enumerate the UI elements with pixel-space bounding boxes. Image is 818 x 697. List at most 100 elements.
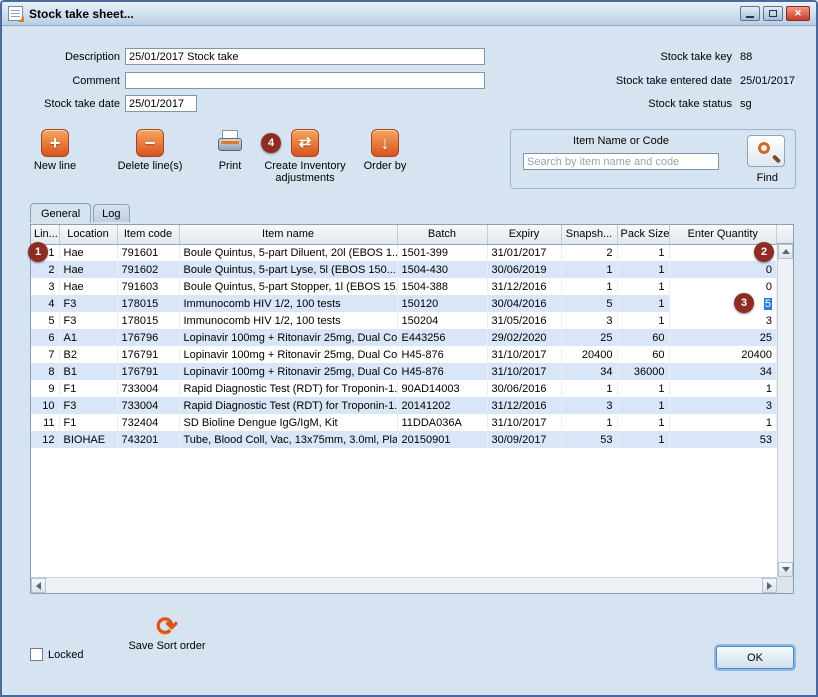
- table-cell[interactable]: 176791: [117, 363, 179, 380]
- scroll-left-button[interactable]: [31, 578, 46, 593]
- table-cell[interactable]: 5: [561, 295, 617, 312]
- table-cell[interactable]: B1: [59, 363, 117, 380]
- table-cell[interactable]: 34: [561, 363, 617, 380]
- table-cell[interactable]: F3: [59, 397, 117, 414]
- table-cell[interactable]: 1504-430: [397, 261, 487, 278]
- table-cell[interactable]: 30/06/2019: [487, 261, 561, 278]
- table-cell[interactable]: 8: [31, 363, 59, 380]
- table-cell[interactable]: F1: [59, 380, 117, 397]
- table-cell[interactable]: 31/10/2017: [487, 346, 561, 363]
- close-button[interactable]: ✕: [786, 6, 810, 21]
- scroll-down-button[interactable]: [778, 562, 793, 577]
- delete-lines-button[interactable]: − Delete line(s): [108, 129, 192, 172]
- table-cell[interactable]: 20141202: [397, 397, 487, 414]
- table-cell[interactable]: 743201: [117, 431, 179, 448]
- table-cell[interactable]: 1: [561, 414, 617, 431]
- table-cell[interactable]: 2: [31, 261, 59, 278]
- table-cell[interactable]: 60: [617, 346, 669, 363]
- table-cell[interactable]: 791602: [117, 261, 179, 278]
- vertical-scrollbar[interactable]: [777, 244, 793, 577]
- locked-checkbox-row[interactable]: Locked: [30, 648, 83, 661]
- table-cell[interactable]: 2: [561, 244, 617, 261]
- table-row[interactable]: 4F3178015Immunocomb HIV 1/2, 100 tests15…: [31, 295, 777, 312]
- table-cell[interactable]: 176796: [117, 329, 179, 346]
- table-cell[interactable]: 1: [561, 261, 617, 278]
- table-cell[interactable]: 0: [669, 278, 777, 295]
- column-header[interactable]: Snapsh...: [561, 225, 617, 244]
- table-cell[interactable]: 7: [31, 346, 59, 363]
- table-cell[interactable]: Boule Quintus, 5-part Stopper, 1l (EBOS …: [179, 278, 397, 295]
- table-cell[interactable]: 176791: [117, 346, 179, 363]
- table-row[interactable]: 1Hae791601Boule Quintus, 5-part Diluent,…: [31, 244, 777, 261]
- description-input[interactable]: [125, 48, 485, 65]
- table-cell[interactable]: 29/02/2020: [487, 329, 561, 346]
- table-cell[interactable]: 30/09/2017: [487, 431, 561, 448]
- table-cell[interactable]: 9: [31, 380, 59, 397]
- scroll-right-button[interactable]: [762, 578, 777, 593]
- table-cell[interactable]: B2: [59, 346, 117, 363]
- table-cell[interactable]: 3: [669, 312, 777, 329]
- comment-input[interactable]: [125, 72, 485, 89]
- table-cell[interactable]: 1504-388: [397, 278, 487, 295]
- table-cell[interactable]: 1: [617, 244, 669, 261]
- column-header[interactable]: Enter Quantity: [669, 225, 777, 244]
- table-row[interactable]: 6A1176796Lopinavir 100mg + Ritonavir 25m…: [31, 329, 777, 346]
- column-header[interactable]: Pack Size: [617, 225, 669, 244]
- save-sort-order-button[interactable]: ⟳ Save Sort order: [120, 612, 214, 652]
- table-cell[interactable]: Rapid Diagnostic Test (RDT) for Troponin…: [179, 397, 397, 414]
- table-cell[interactable]: 732404: [117, 414, 179, 431]
- table-cell[interactable]: 60: [617, 329, 669, 346]
- table-cell[interactable]: 11DDA036A: [397, 414, 487, 431]
- table-cell[interactable]: 20150901: [397, 431, 487, 448]
- table-row[interactable]: 5F3178015Immunocomb HIV 1/2, 100 tests15…: [31, 312, 777, 329]
- table-cell[interactable]: Hae: [59, 278, 117, 295]
- table-cell[interactable]: 1: [617, 312, 669, 329]
- table-cell[interactable]: Lopinavir 100mg + Ritonavir 25mg, Dual C…: [179, 329, 397, 346]
- table-cell[interactable]: 1: [617, 261, 669, 278]
- scroll-up-button[interactable]: [778, 244, 793, 259]
- table-cell[interactable]: 31/12/2016: [487, 397, 561, 414]
- table-cell[interactable]: 30/04/2016: [487, 295, 561, 312]
- locked-checkbox[interactable]: [30, 648, 43, 661]
- tab-general[interactable]: General: [30, 203, 91, 223]
- table-row[interactable]: 2Hae791602Boule Quintus, 5-part Lyse, 5l…: [31, 261, 777, 278]
- table-cell[interactable]: 1: [617, 414, 669, 431]
- table-cell[interactable]: 3: [669, 397, 777, 414]
- table-cell[interactable]: Immunocomb HIV 1/2, 100 tests: [179, 312, 397, 329]
- table-cell[interactable]: 11: [31, 414, 59, 431]
- table-cell[interactable]: 1: [561, 278, 617, 295]
- new-line-button[interactable]: + New line: [26, 129, 84, 172]
- table-cell[interactable]: A1: [59, 329, 117, 346]
- item-search-input[interactable]: [523, 153, 719, 170]
- table-cell[interactable]: Lopinavir 100mg + Ritonavir 25mg, Dual C…: [179, 346, 397, 363]
- column-header[interactable]: Lin...: [31, 225, 59, 244]
- column-header[interactable]: Batch: [397, 225, 487, 244]
- tab-log[interactable]: Log: [93, 204, 129, 222]
- table-cell[interactable]: 150204: [397, 312, 487, 329]
- column-header[interactable]: Item name: [179, 225, 397, 244]
- table-row[interactable]: 10F3733004Rapid Diagnostic Test (RDT) fo…: [31, 397, 777, 414]
- table-cell[interactable]: 30/06/2016: [487, 380, 561, 397]
- table-cell[interactable]: F3: [59, 295, 117, 312]
- horizontal-scrollbar[interactable]: [31, 577, 777, 593]
- table-cell[interactable]: 1: [669, 414, 777, 431]
- table-cell[interactable]: Hae: [59, 261, 117, 278]
- table-row[interactable]: 3Hae791603Boule Quintus, 5-part Stopper,…: [31, 278, 777, 295]
- table-cell[interactable]: 31/12/2016: [487, 278, 561, 295]
- maximize-button[interactable]: [763, 6, 783, 21]
- table-cell[interactable]: 178015: [117, 312, 179, 329]
- table-cell[interactable]: F3: [59, 312, 117, 329]
- table-cell[interactable]: 1: [561, 380, 617, 397]
- table-cell[interactable]: Tube, Blood Coll, Vac, 13x75mm, 3.0ml, P…: [179, 431, 397, 448]
- table-cell[interactable]: H45-876: [397, 363, 487, 380]
- table-cell[interactable]: 150120: [397, 295, 487, 312]
- table-cell[interactable]: Boule Quintus, 5-part Diluent, 20l (EBOS…: [179, 244, 397, 261]
- table-cell[interactable]: 3: [561, 312, 617, 329]
- selected-quantity-value[interactable]: 5: [764, 298, 772, 310]
- column-header[interactable]: Location: [59, 225, 117, 244]
- table-cell[interactable]: 1: [617, 380, 669, 397]
- table-cell[interactable]: 733004: [117, 397, 179, 414]
- table-cell[interactable]: 20400: [561, 346, 617, 363]
- table-cell[interactable]: Boule Quintus, 5-part Lyse, 5l (EBOS 150…: [179, 261, 397, 278]
- table-cell[interactable]: 31/05/2016: [487, 312, 561, 329]
